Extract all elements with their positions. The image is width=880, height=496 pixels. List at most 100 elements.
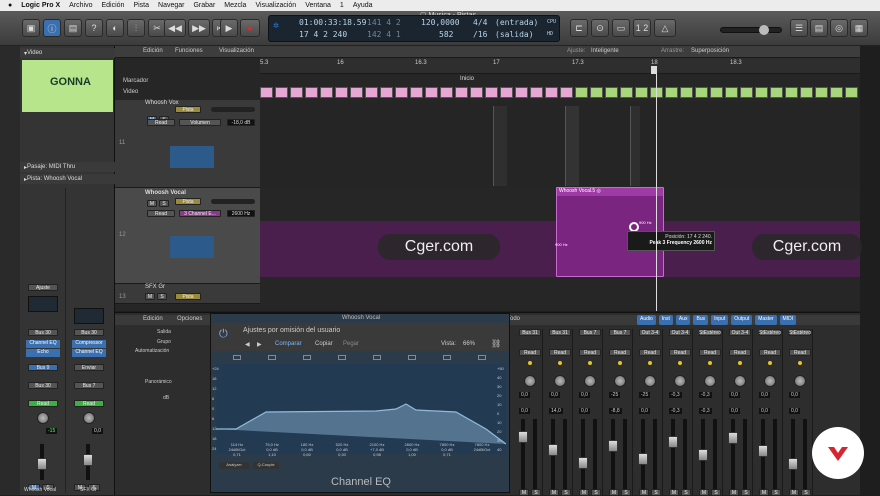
video-region[interactable] — [695, 87, 708, 98]
track-param-11[interactable]: Volumen — [179, 119, 221, 126]
vista-select[interactable]: 66% — [463, 341, 475, 347]
channel-automation[interactable]: Read — [609, 349, 631, 356]
track-volume-slider-11[interactable] — [211, 107, 255, 112]
menu-edicion[interactable]: Edición — [101, 2, 124, 9]
eq-band-toggle[interactable] — [303, 355, 311, 360]
video-region[interactable] — [725, 87, 738, 98]
track-volume-slider-12[interactable] — [211, 199, 255, 204]
channel-output[interactable]: StEstéreo — [789, 329, 811, 336]
video-region[interactable] — [425, 87, 438, 98]
eq-band[interactable]: 7800 Hz 0,0 dB 0,71 — [431, 442, 463, 457]
track-val-11[interactable]: -18,0 dB — [227, 119, 255, 126]
copiar-button[interactable]: Copiar — [315, 341, 333, 347]
video-region[interactable] — [395, 87, 408, 98]
mixer-filter-aux[interactable]: Aux — [675, 315, 691, 325]
channel-fader[interactable] — [548, 444, 558, 456]
video-region[interactable] — [290, 87, 303, 98]
video-region[interactable] — [620, 87, 633, 98]
mixer-filter-master[interactable]: Master — [755, 315, 777, 325]
mixer-edicion-menu[interactable]: Edición — [143, 316, 163, 322]
menu-archivo[interactable]: Archivo — [69, 2, 92, 9]
eq-band[interactable]: 180 Hz 0,0 dB 0,60 — [291, 442, 323, 457]
eq-band[interactable]: 520 Hz 0,0 dB 0,30 — [326, 442, 358, 457]
video-region[interactable] — [455, 87, 468, 98]
video-region[interactable] — [590, 87, 603, 98]
track-read-12[interactable]: Read — [147, 210, 175, 217]
video-region[interactable] — [710, 87, 723, 98]
channel-output[interactable]: Bus 7 — [579, 329, 601, 336]
pasaje-header[interactable]: ▸ Pasaje: MIDI Thru — [20, 162, 115, 172]
eq-band-toggle[interactable] — [408, 355, 416, 360]
solo-13[interactable]: S — [157, 293, 167, 300]
preset-menu[interactable]: Ajustes por omisión del usuario — [243, 327, 340, 334]
channel-automation[interactable]: Read — [519, 349, 541, 356]
library-button[interactable]: ▣ — [22, 19, 40, 37]
eq-band[interactable]: 7800 Hz 24dB/Oct — [466, 442, 498, 452]
marker-inicio[interactable]: Inicio — [460, 76, 474, 82]
eq-band[interactable]: 2100 Hz +7,0 dB 0,98 — [361, 442, 393, 457]
smart-controls-button[interactable]: ◐ — [106, 19, 124, 37]
channel-pan-knob[interactable] — [524, 375, 536, 387]
channel-fader[interactable] — [728, 432, 738, 444]
eq-band[interactable]: 114 Hz 24dB/Oct 0,71 — [221, 442, 253, 457]
comparar-button[interactable]: Comparar — [275, 341, 302, 347]
mute-13[interactable]: M — [145, 293, 155, 300]
output-bus-7[interactable]: Bus 7 — [74, 382, 104, 389]
mixer-filter-output[interactable]: Output — [731, 315, 753, 325]
channel-fader[interactable] — [608, 440, 618, 452]
channel-automation[interactable]: Read — [669, 349, 691, 356]
track-param-12[interactable]: 3 Channel E... — [179, 210, 221, 217]
eq-thumb-2[interactable] — [74, 308, 104, 324]
record-button[interactable]: ● — [240, 19, 260, 37]
channel-automation[interactable]: Read — [729, 349, 751, 356]
plugin-slot-3[interactable]: Compressor — [72, 340, 106, 348]
channel-output[interactable]: StEstéreo — [699, 329, 721, 336]
solo-12[interactable]: S — [159, 200, 169, 207]
menu-ayuda[interactable]: Ayuda — [353, 2, 373, 9]
video-region[interactable] — [815, 87, 828, 98]
plugin-slot-1[interactable]: Channel EQ — [26, 340, 60, 348]
video-region[interactable] — [515, 87, 528, 98]
track-read-11[interactable]: Read — [147, 119, 175, 126]
eq-band-toggle[interactable] — [338, 355, 346, 360]
channel-fader[interactable] — [638, 453, 648, 465]
ruler[interactable]: 5.3 16 16.3 17 17.3 18 18.3 — [260, 58, 860, 74]
mixer-filter-midi[interactable]: MIDI — [779, 315, 797, 325]
video-region[interactable] — [680, 87, 693, 98]
playhead-marker[interactable] — [651, 66, 657, 74]
channel-pan-knob[interactable] — [794, 375, 806, 387]
audio-region[interactable] — [630, 106, 640, 186]
track-pista-13[interactable]: Pista — [175, 293, 201, 300]
track-name-12[interactable]: Whoosh Vocal — [145, 190, 186, 196]
eq-band-toggle[interactable] — [373, 355, 381, 360]
power-icon[interactable]: ⏻ — [219, 328, 228, 341]
mixer-filter-input[interactable]: Input — [711, 315, 729, 325]
track-header-11[interactable]: Whoosh Vox Pista M S Read Volumen -18,0 … — [115, 100, 260, 188]
volume-fader-2[interactable] — [83, 454, 93, 466]
inspector-button[interactable]: ⓘ — [43, 19, 61, 37]
input-button[interactable]: Bus 30 — [28, 329, 58, 336]
track-header-13[interactable]: SFX Gr 13 Pista M S — [115, 284, 260, 304]
automation-read-2[interactable]: Read — [74, 400, 104, 407]
audio-region[interactable] — [565, 106, 579, 186]
video-region[interactable] — [440, 87, 453, 98]
channel-fader[interactable] — [788, 458, 798, 470]
eq-band-toggle[interactable] — [443, 355, 451, 360]
rewind-button[interactable]: ◀◀ — [164, 19, 186, 37]
loop-browser-button[interactable]: ◎ — [830, 19, 848, 37]
track-header-12[interactable]: Whoosh Vocal Pista M S Read 3 Channel E.… — [115, 188, 260, 284]
ajuste-button[interactable]: Ajuste — [28, 284, 58, 291]
mixer-opciones-menu[interactable]: Opciones — [177, 316, 202, 322]
video-region[interactable] — [635, 87, 648, 98]
channel-output[interactable]: Out 3-4 — [729, 329, 751, 336]
eq-band-toggle[interactable] — [233, 355, 241, 360]
video-region[interactable] — [275, 87, 288, 98]
channel-automation[interactable]: Read — [579, 349, 601, 356]
menu-mezcla[interactable]: Mezcla — [224, 2, 246, 9]
eq-band[interactable]: 75,0 Hz 0,0 dB 1,10 — [256, 442, 288, 457]
video-region[interactable] — [320, 87, 333, 98]
channel-output[interactable]: StEstéreo — [759, 329, 781, 336]
toolbar-button[interactable]: ▤ — [64, 19, 82, 37]
mixer-filter-inst[interactable]: Inst — [658, 315, 673, 325]
channel-automation[interactable]: Read — [639, 349, 661, 356]
